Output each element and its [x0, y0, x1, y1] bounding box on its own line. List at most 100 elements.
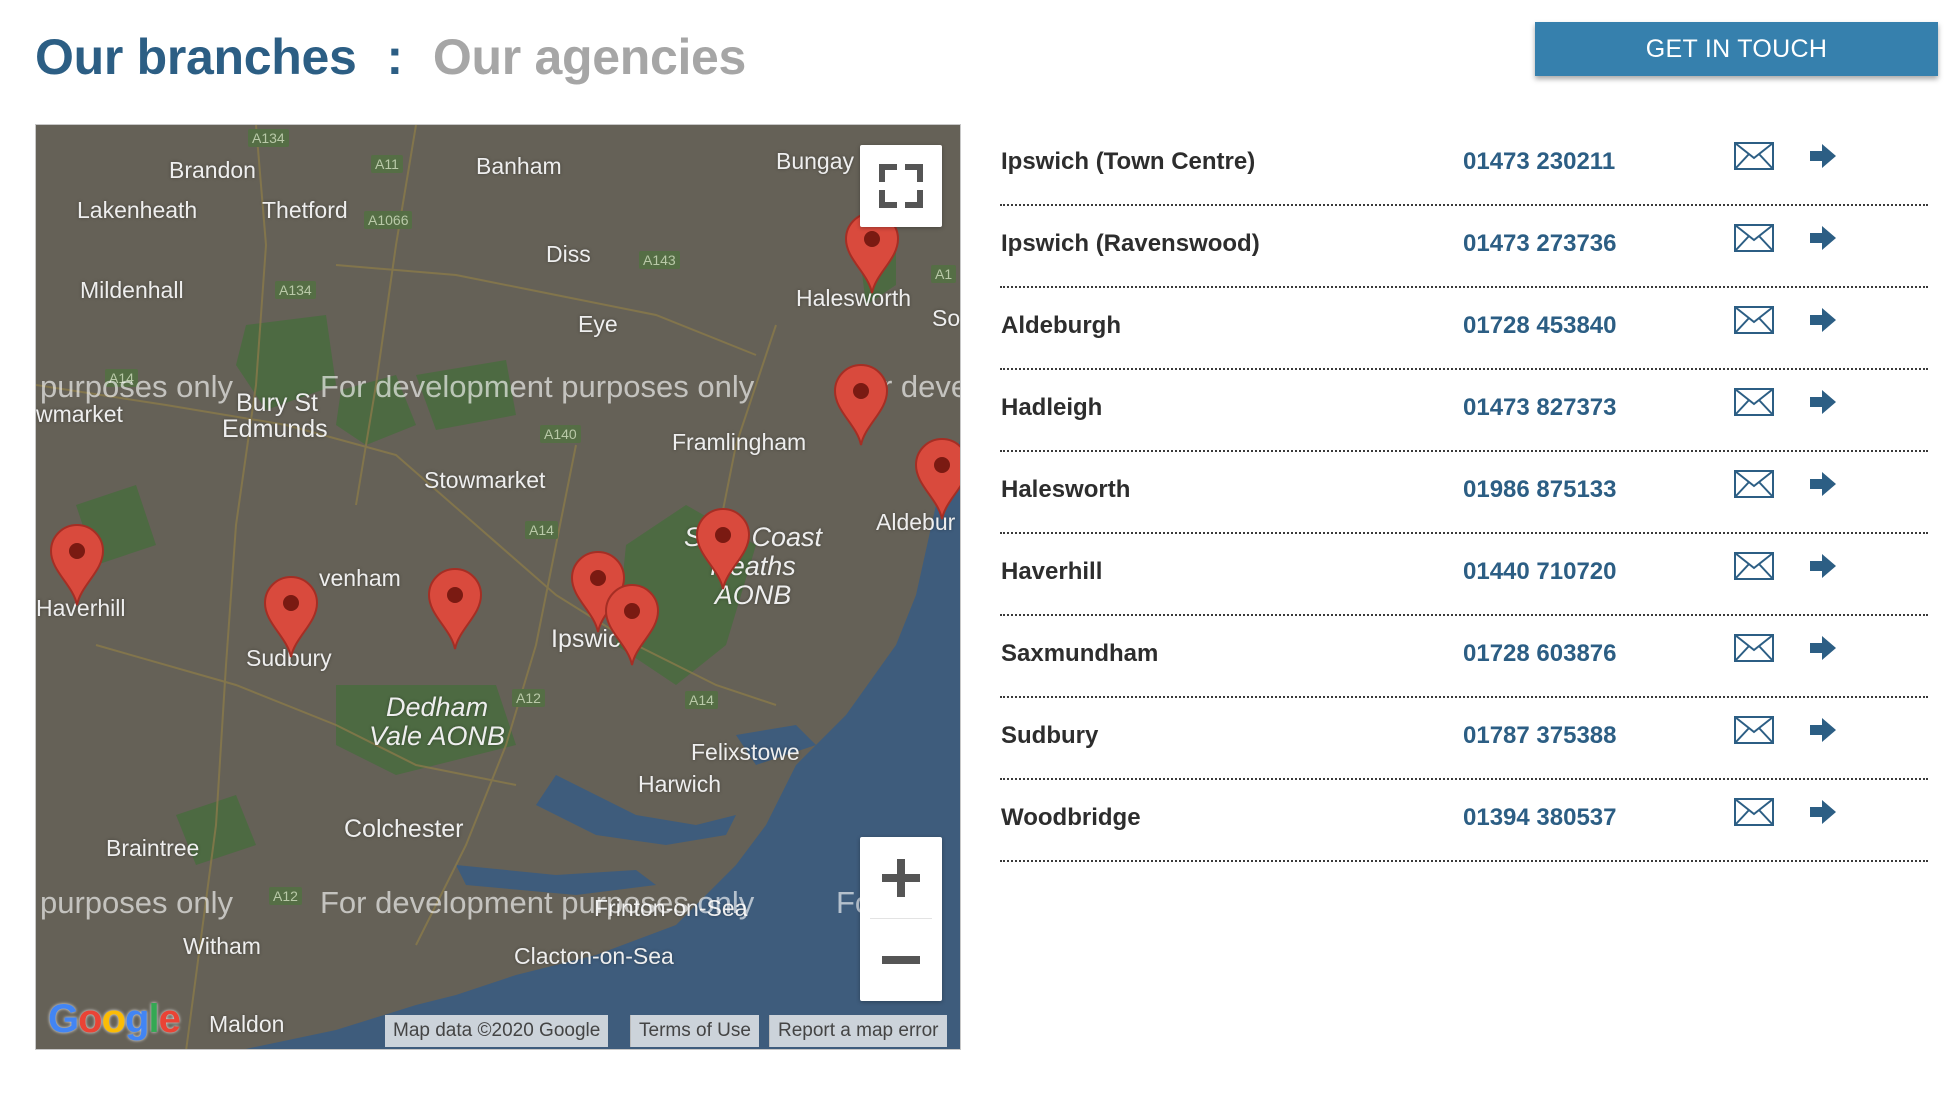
arrow-right-icon[interactable]: [1808, 224, 1838, 252]
branch-row: Haverhill 01440 710720: [1000, 534, 1928, 616]
road-badge: A1: [931, 265, 957, 283]
place-label: Brandon: [169, 157, 256, 183]
branch-list: Ipswich (Town Centre) 01473 230211 Ipswich…: [1000, 124, 1928, 862]
dev-watermark: r devel: [882, 369, 960, 404]
dev-watermark: For development purposes only: [320, 369, 755, 404]
map-pin-sudbury[interactable]: [263, 575, 319, 659]
branch-phone-link[interactable]: 01473 273736: [1463, 230, 1617, 258]
dev-watermark: purposes only: [40, 369, 234, 404]
branch-phone-link[interactable]: 01728 603876: [1463, 640, 1617, 668]
zoom-controls: [860, 837, 942, 1001]
road-badge: A1066: [364, 211, 413, 229]
envelope-icon[interactable]: [1734, 798, 1774, 826]
dev-watermark: For development purposes only: [320, 885, 755, 920]
envelope-icon[interactable]: [1734, 470, 1774, 498]
branch-name: Saxmundham: [1001, 640, 1159, 667]
place-label: Stowmarket: [424, 467, 546, 493]
map-pin-haverhill[interactable]: [49, 523, 105, 607]
road-badge: A14: [685, 691, 718, 709]
branch-map[interactable]: Brandon Banham Bungay Lakenheath Thetfor…: [35, 124, 961, 1050]
report-map-error-link[interactable]: Report a map error: [769, 1015, 947, 1047]
arrow-right-icon[interactable]: [1808, 388, 1838, 416]
arrow-right-icon[interactable]: [1808, 634, 1838, 662]
branch-phone-link[interactable]: 01440 710720: [1463, 558, 1617, 586]
branch-name: Ipswich (Ravenswood): [1001, 230, 1260, 257]
branch-row: Hadleigh 01473 827373: [1000, 370, 1928, 452]
envelope-icon[interactable]: [1734, 552, 1774, 580]
map-pin-woodbridge[interactable]: [695, 507, 751, 591]
map-pin-hadleigh[interactable]: [427, 567, 483, 651]
minus-icon: [882, 956, 920, 964]
place-label: Thetford: [262, 197, 348, 223]
get-in-touch-button[interactable]: GET IN TOUCH: [1535, 22, 1938, 76]
tab-our-branches[interactable]: Our branches: [35, 28, 357, 86]
arrow-right-icon[interactable]: [1808, 798, 1838, 826]
road-badge: A12: [269, 887, 302, 905]
branch-row: Sudbury 01787 375388: [1000, 698, 1928, 780]
road-badge: A14: [525, 521, 558, 539]
tab-our-agencies[interactable]: Our agencies: [433, 28, 747, 86]
envelope-icon[interactable]: [1734, 142, 1774, 170]
road-badge: A134: [275, 281, 316, 299]
place-label: Banham: [476, 153, 562, 179]
arrow-right-icon[interactable]: [1808, 552, 1838, 580]
envelope-icon[interactable]: [1734, 388, 1774, 416]
map-pin-aldeburgh[interactable]: [914, 437, 961, 521]
place-label: Witham: [183, 933, 261, 959]
branch-row: Aldeburgh 01728 453840: [1000, 288, 1928, 370]
envelope-icon[interactable]: [1734, 716, 1774, 744]
place-label: Harwich: [638, 771, 722, 797]
fullscreen-button[interactable]: [860, 145, 942, 227]
zoom-in-button[interactable]: [860, 837, 942, 919]
place-label: Edmunds: [222, 415, 328, 443]
branch-row: Saxmundham 01728 603876: [1000, 616, 1928, 698]
place-label: Bungay: [776, 148, 855, 174]
branch-name: Aldeburgh: [1001, 312, 1121, 339]
road-badge: A134: [248, 129, 289, 147]
branch-row: Woodbridge 01394 380537: [1000, 780, 1928, 862]
zoom-out-button[interactable]: [860, 919, 942, 1001]
branch-name: Halesworth: [1001, 476, 1131, 503]
branch-name: Woodbridge: [1001, 804, 1141, 831]
envelope-icon[interactable]: [1734, 634, 1774, 662]
branch-phone-link[interactable]: 01473 827373: [1463, 394, 1617, 422]
road-badge: A11: [371, 155, 403, 173]
place-label: So: [932, 305, 961, 331]
google-logo[interactable]: Google: [48, 997, 181, 1042]
terms-of-use-link[interactable]: Terms of Use: [630, 1015, 759, 1047]
arrow-right-icon[interactable]: [1808, 142, 1838, 170]
place-label: venham: [319, 565, 401, 591]
branch-name: Ipswich (Town Centre): [1001, 148, 1256, 175]
branch-phone-link[interactable]: 01473 230211: [1463, 148, 1615, 176]
road-badge: A143: [639, 251, 680, 269]
place-label: Maldon: [209, 1011, 285, 1037]
place-label: Dedham Vale AONB: [369, 692, 506, 751]
branch-phone-link[interactable]: 01394 380537: [1463, 804, 1617, 832]
branch-phone-link[interactable]: 01728 453840: [1463, 312, 1617, 340]
map-pin-saxmundham[interactable]: [833, 363, 889, 447]
envelope-icon[interactable]: [1734, 224, 1774, 252]
fullscreen-icon: [879, 164, 923, 208]
branch-name: Haverhill: [1001, 558, 1103, 585]
dev-watermark: purposes only: [40, 885, 234, 920]
place-label: Diss: [546, 241, 591, 267]
branch-phone-link[interactable]: 01986 875133: [1463, 476, 1617, 504]
place-label: Eye: [578, 311, 618, 337]
map-pin-ipswich-ravenswood[interactable]: [604, 583, 660, 667]
branch-phone-link[interactable]: 01787 375388: [1463, 722, 1617, 750]
road-badge: A12: [512, 689, 545, 707]
place-label: Felixstowe: [691, 739, 800, 765]
arrow-right-icon[interactable]: [1808, 306, 1838, 334]
heading-separator: :: [386, 29, 404, 85]
place-label: Clacton-on-Sea: [514, 943, 674, 969]
road-badge: A140: [540, 425, 581, 443]
place-label: Braintree: [106, 835, 200, 861]
branch-name: Hadleigh: [1001, 394, 1103, 421]
arrow-right-icon[interactable]: [1808, 470, 1838, 498]
place-label: Mildenhall: [80, 277, 184, 303]
arrow-right-icon[interactable]: [1808, 716, 1838, 744]
branch-row: Ipswich (Ravenswood) 01473 273736: [1000, 206, 1928, 288]
plus-icon: [882, 859, 920, 897]
map-data-attribution: Map data ©2020 Google: [385, 1015, 609, 1047]
envelope-icon[interactable]: [1734, 306, 1774, 334]
